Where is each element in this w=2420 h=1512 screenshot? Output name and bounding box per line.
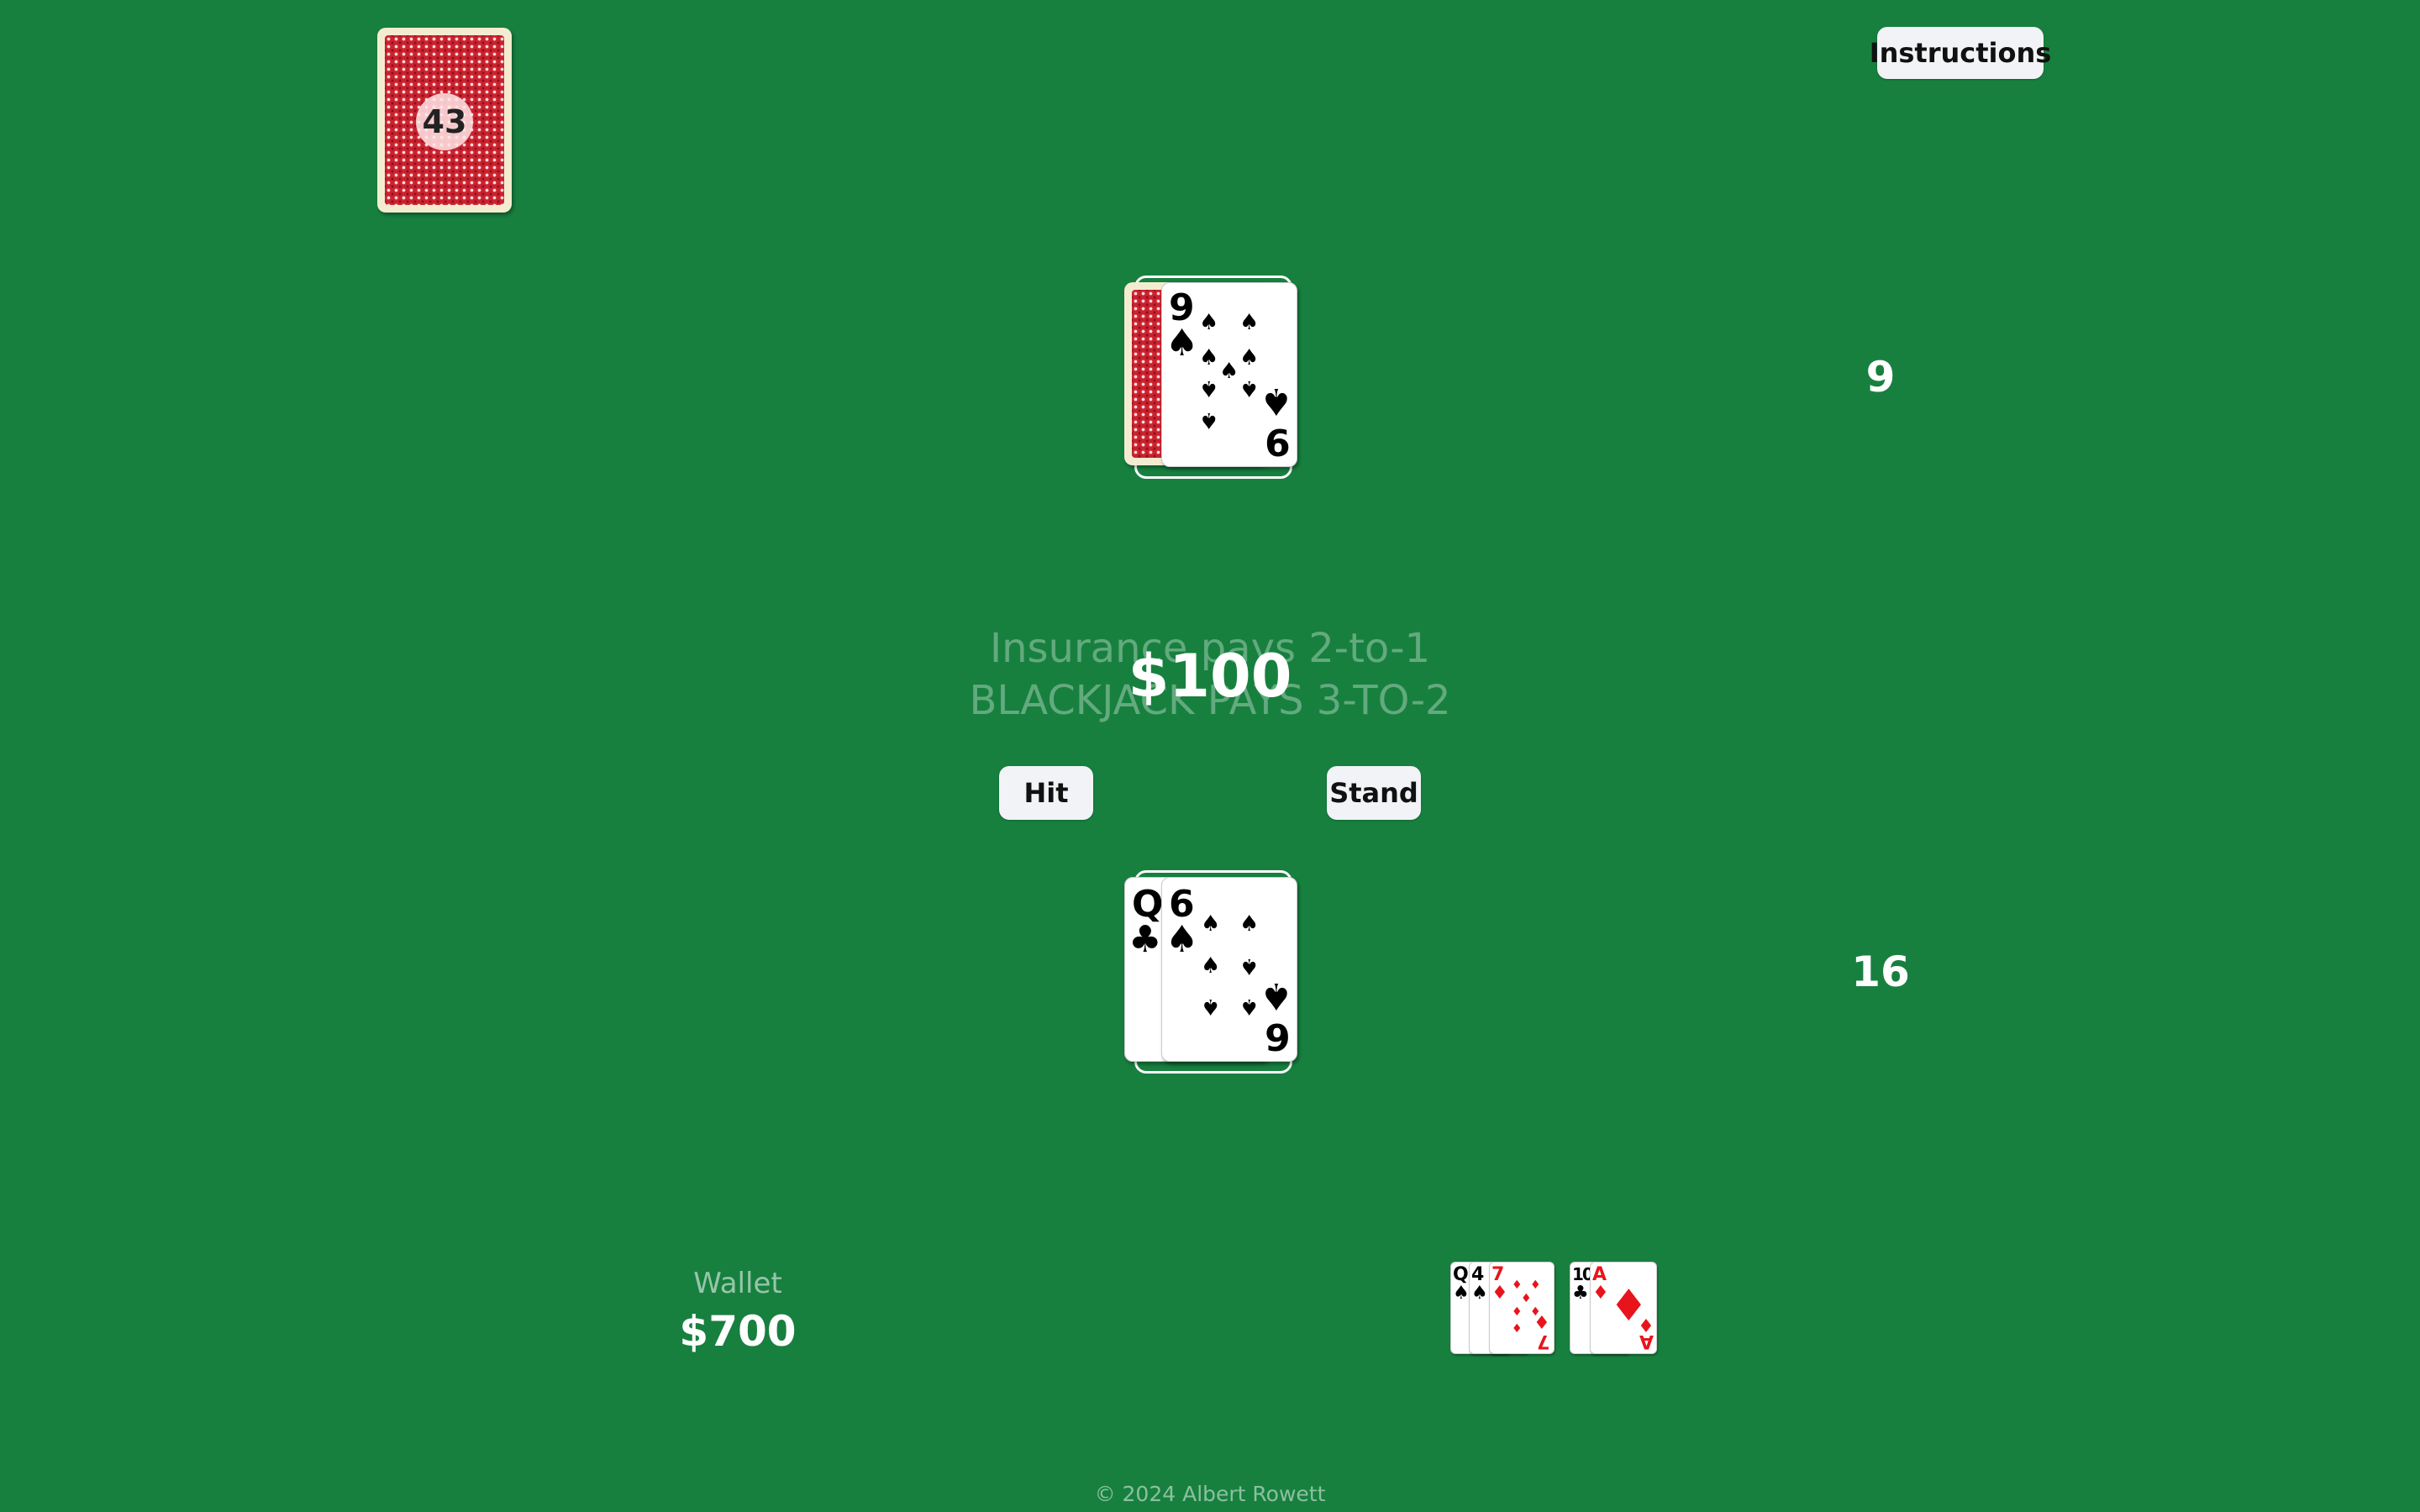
diamond-icon: ♦ xyxy=(1512,1278,1523,1292)
diamond-icon: ♦ xyxy=(1512,1322,1523,1336)
spade-icon: ♠ xyxy=(1199,407,1219,433)
spade-icon: ♠ xyxy=(1165,322,1199,365)
spade-icon: ♠ xyxy=(1239,911,1260,937)
spade-icon: ♠ xyxy=(1199,310,1219,335)
card-rank: 9 xyxy=(1265,420,1291,463)
card-rank: 7 xyxy=(1491,1264,1505,1285)
club-icon: ♣ xyxy=(1572,1283,1589,1304)
hit-button[interactable]: Hit xyxy=(999,766,1093,820)
spade-icon: ♠ xyxy=(1239,953,1260,979)
card-rank: 7 xyxy=(1537,1331,1550,1352)
player-score: 16 xyxy=(1851,948,1910,996)
bet-amount: $100 xyxy=(1128,642,1292,711)
diamond-icon: ♦ xyxy=(1512,1305,1523,1319)
spade-icon: ♠ xyxy=(1219,359,1239,384)
club-icon: ♣ xyxy=(1128,918,1162,961)
spade-icon: ♠ xyxy=(1239,345,1260,370)
spade-icon: ♠ xyxy=(1260,974,1293,1017)
spade-icon: ♠ xyxy=(1201,994,1221,1019)
spade-icon: ♠ xyxy=(1239,375,1260,401)
shoe-count: 43 xyxy=(422,103,467,140)
diamond-icon: ♦ xyxy=(1491,1283,1508,1304)
card-rank: A xyxy=(1639,1331,1655,1352)
discard-pile-1: Q ♠ 4 ♠ 7 ♦ ♦ ♦ ♦ ♦ ♦ ♦ ♦ 7 xyxy=(1450,1262,1555,1356)
spade-icon: ♠ xyxy=(1201,911,1221,937)
wallet-label: Wallet xyxy=(693,1267,782,1300)
spade-icon: ♠ xyxy=(1471,1283,1488,1304)
spade-icon: ♠ xyxy=(1165,918,1199,961)
spade-icon: ♠ xyxy=(1260,380,1293,423)
card-rank: A xyxy=(1592,1264,1607,1285)
card-rank: Q xyxy=(1453,1264,1469,1285)
discard-card: A ♦ ♦ ♦ A xyxy=(1590,1262,1657,1354)
diamond-icon: ♦ xyxy=(1592,1283,1609,1304)
dealer-upcard: 9 ♠ ♠ ♠ ♠ ♠ ♠ ♠ ♠ ♠ ♠ 9 xyxy=(1161,282,1297,467)
spade-icon: ♠ xyxy=(1239,994,1260,1019)
discard-pile-2: 10 ♣ A ♦ ♦ ♦ A xyxy=(1570,1262,1657,1356)
diamond-icon: ♦ xyxy=(1521,1292,1532,1305)
stand-button[interactable]: Stand xyxy=(1327,766,1421,820)
spade-icon: ♠ xyxy=(1199,375,1219,401)
shoe-deck: 43 xyxy=(377,28,512,213)
player-card-six: 6 ♠ ♠ ♠ ♠ ♠ ♠ ♠ ♠ 6 xyxy=(1161,877,1297,1062)
spade-icon: ♠ xyxy=(1199,345,1219,370)
wallet-amount: $700 xyxy=(679,1307,797,1356)
footer-copyright: © 2024 Albert Rowett xyxy=(1094,1482,1326,1506)
spade-icon: ♠ xyxy=(1201,953,1221,979)
card-rank: 4 xyxy=(1471,1264,1485,1285)
spade-icon: ♠ xyxy=(1453,1283,1470,1304)
discard-card: 7 ♦ ♦ ♦ ♦ ♦ ♦ ♦ ♦ 7 xyxy=(1489,1262,1555,1354)
diamond-icon: ♦ xyxy=(1530,1278,1541,1292)
dealer-score: 9 xyxy=(1865,353,1896,402)
spade-icon: ♠ xyxy=(1239,310,1260,335)
card-rank: 6 xyxy=(1265,1015,1291,1058)
instructions-button[interactable]: Instructions xyxy=(1870,27,2051,79)
shoe-count-badge: 43 xyxy=(416,93,473,150)
